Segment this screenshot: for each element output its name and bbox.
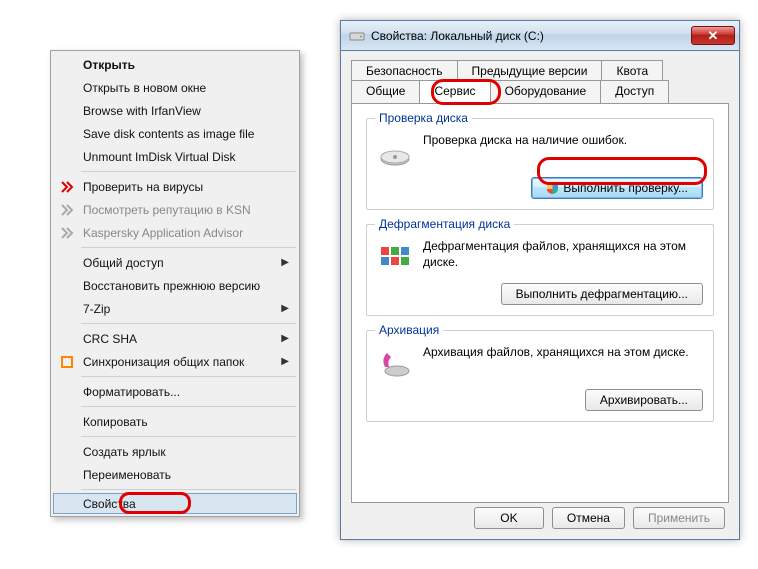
titlebar: Свойства: Локальный диск (C:) ✕ bbox=[341, 21, 739, 51]
group-legend: Архивация bbox=[375, 323, 443, 337]
group-text: Проверка диска на наличие ошибок. bbox=[423, 133, 703, 149]
tab-Квота[interactable]: Квота bbox=[601, 60, 663, 81]
menu-item[interactable]: Восстановить прежнюю версию bbox=[53, 274, 297, 297]
menu-item[interactable]: Unmount ImDisk Virtual Disk bbox=[53, 145, 297, 168]
highlight-ring-tab bbox=[431, 79, 501, 105]
menu-item-label: 7-Zip bbox=[83, 302, 110, 316]
menu-item-label: Unmount ImDisk Virtual Disk bbox=[83, 150, 235, 164]
menu-item[interactable]: Форматировать... bbox=[53, 380, 297, 403]
submenu-arrow-icon: ▶ bbox=[281, 303, 289, 314]
menu-separator bbox=[81, 406, 296, 407]
menu-item-label: Создать ярлык bbox=[83, 445, 166, 459]
dialog-footer: OK Отмена Применить bbox=[474, 507, 725, 529]
group-backup: Архивация Архивация файлов, хранящихся н… bbox=[366, 330, 714, 422]
backup-button[interactable]: Архивировать... bbox=[585, 389, 703, 411]
menu-item-label: Копировать bbox=[83, 415, 148, 429]
menu-item-label: Переименовать bbox=[83, 468, 171, 482]
menu-item-label: Посмотреть репутацию в KSN bbox=[83, 203, 251, 217]
sync-orange-icon bbox=[59, 354, 75, 370]
menu-item[interactable]: Открыть bbox=[53, 53, 297, 76]
group-text: Дефрагментация файлов, хранящихся на это… bbox=[423, 239, 703, 270]
tab-Предыдущие версии[interactable]: Предыдущие версии bbox=[457, 60, 603, 81]
menu-item[interactable]: 7-Zip ▶ bbox=[53, 297, 297, 320]
close-button[interactable]: ✕ bbox=[691, 26, 735, 45]
menu-item[interactable]: Save disk contents as image file bbox=[53, 122, 297, 145]
menu-item-label: Синхронизация общих папок bbox=[83, 355, 244, 369]
menu-item-label: Общий доступ bbox=[83, 256, 164, 270]
group-text: Архивация файлов, хранящихся на этом дис… bbox=[423, 345, 703, 361]
group-legend: Дефрагментация диска bbox=[375, 217, 514, 231]
submenu-arrow-icon: ▶ bbox=[281, 356, 289, 367]
button-label: Выполнить дефрагментацию... bbox=[516, 287, 688, 301]
button-label: OK bbox=[500, 511, 517, 525]
group-defrag: Дефрагментация диска Дефрагментация файл… bbox=[366, 224, 714, 316]
disk-check-icon bbox=[377, 133, 413, 169]
menu-item-label: Восстановить прежнюю версию bbox=[83, 279, 260, 293]
menu-item[interactable]: CRC SHA ▶ bbox=[53, 327, 297, 350]
menu-item-label: Browse with IrfanView bbox=[83, 104, 201, 118]
tab-Безопасность[interactable]: Безопасность bbox=[351, 60, 458, 81]
apply-button[interactable]: Применить bbox=[633, 507, 725, 529]
tab-Общие[interactable]: Общие bbox=[351, 80, 420, 103]
submenu-arrow-icon: ▶ bbox=[281, 257, 289, 268]
kaspersky-grey-icon bbox=[59, 202, 75, 218]
menu-item-label: Проверить на вирусы bbox=[83, 180, 203, 194]
button-label: Применить bbox=[648, 511, 710, 525]
menu-item: Посмотреть репутацию в KSN bbox=[53, 198, 297, 221]
tab-Доступ[interactable]: Доступ bbox=[600, 80, 669, 103]
highlight-ring-properties bbox=[119, 492, 191, 514]
menu-item[interactable]: Переименовать bbox=[53, 463, 297, 486]
menu-separator bbox=[81, 171, 296, 172]
menu-item[interactable]: Browse with IrfanView bbox=[53, 99, 297, 122]
button-label: Архивировать... bbox=[600, 393, 688, 407]
menu-separator bbox=[81, 323, 296, 324]
highlight-ring-check-button bbox=[537, 157, 707, 185]
menu-item[interactable]: Открыть в новом окне bbox=[53, 76, 297, 99]
menu-item: Kaspersky Application Advisor bbox=[53, 221, 297, 244]
menu-item-label: Форматировать... bbox=[83, 385, 180, 399]
kaspersky-red-icon bbox=[59, 179, 75, 195]
properties-dialog: Свойства: Локальный диск (C:) ✕ Безопасн… bbox=[340, 20, 740, 540]
kaspersky-grey-icon bbox=[59, 225, 75, 241]
menu-item[interactable]: Копировать bbox=[53, 410, 297, 433]
menu-item-label: CRC SHA bbox=[83, 332, 137, 346]
menu-separator bbox=[81, 247, 296, 248]
tab-Оборудование[interactable]: Оборудование bbox=[490, 80, 602, 103]
menu-item[interactable]: Проверить на вирусы bbox=[53, 175, 297, 198]
cancel-button[interactable]: Отмена bbox=[552, 507, 625, 529]
menu-item-label: Открыть bbox=[83, 58, 135, 72]
submenu-arrow-icon: ▶ bbox=[281, 333, 289, 344]
defrag-icon bbox=[377, 239, 413, 275]
menu-separator bbox=[81, 489, 296, 490]
menu-separator bbox=[81, 436, 296, 437]
group-legend: Проверка диска bbox=[375, 111, 472, 125]
menu-item[interactable]: Синхронизация общих папок ▶ bbox=[53, 350, 297, 373]
tab-content-service: Проверка диска Проверка диска на наличие… bbox=[351, 103, 729, 503]
ok-button[interactable]: OK bbox=[474, 507, 544, 529]
group-disk-check: Проверка диска Проверка диска на наличие… bbox=[366, 118, 714, 210]
menu-item[interactable]: Создать ярлык bbox=[53, 440, 297, 463]
defrag-button[interactable]: Выполнить дефрагментацию... bbox=[501, 283, 703, 305]
menu-item-label: Save disk contents as image file bbox=[83, 127, 254, 141]
menu-item-label: Открыть в новом окне bbox=[83, 81, 206, 95]
context-menu: Открыть Открыть в новом окне Browse with I… bbox=[50, 50, 300, 517]
button-label: Отмена bbox=[567, 511, 610, 525]
drive-icon bbox=[349, 28, 365, 44]
menu-item-label: Kaspersky Application Advisor bbox=[83, 226, 243, 240]
menu-separator bbox=[81, 376, 296, 377]
dialog-title: Свойства: Локальный диск (C:) bbox=[371, 29, 691, 43]
menu-item[interactable]: Общий доступ ▶ bbox=[53, 251, 297, 274]
backup-icon bbox=[377, 345, 413, 381]
tabs-area: БезопасностьПредыдущие версииКвота Общие… bbox=[341, 51, 739, 513]
